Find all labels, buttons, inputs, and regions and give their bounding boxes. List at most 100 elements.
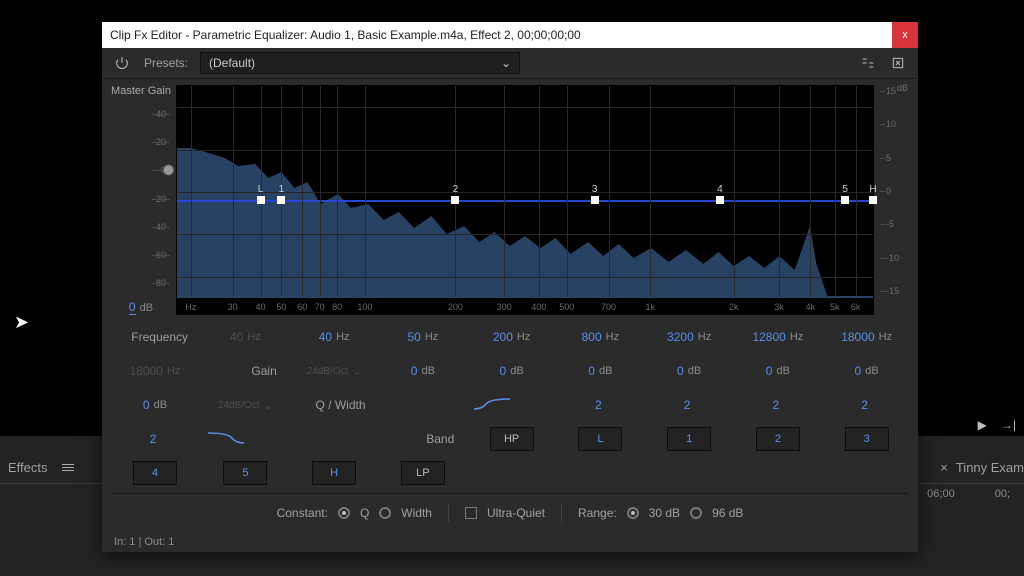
dialog-toolbar: Presets: (Default) ⌄ [102,48,918,79]
dialog-title: Clip Fx Editor - Parametric Equalizer: A… [110,28,581,42]
lp-band-button[interactable]: LP [382,461,465,485]
master-gain-value[interactable]: 0 [129,300,136,315]
radio-q[interactable] [338,507,350,519]
x-tick-label: 400 [531,302,546,312]
x-tick-label: 700 [601,302,616,312]
next-icon[interactable]: →| [1001,418,1016,432]
band-2-gain[interactable]: 0dB [559,359,642,383]
master-gain-label: Master Gain [111,85,171,97]
x-tick-label: 6k [851,302,861,312]
eq-handle-L[interactable] [257,196,265,204]
tab-label: Tinny Exam [956,460,1024,475]
band-1-q[interactable]: 2 [559,393,642,417]
constant-label: Constant: [277,506,328,520]
close-icon[interactable]: × [940,460,948,475]
eq-handle-label: H [869,184,876,195]
row-label-gain: Gain [204,359,287,383]
master-gain-knob[interactable] [163,165,174,176]
play-icon[interactable]: ▶ [978,418,987,432]
x-tick-label: 4k [806,302,816,312]
band-2-q[interactable]: 2 [648,393,731,417]
timecode-1: 06;00 [927,488,955,500]
radio-width[interactable] [379,507,391,519]
x-tick-label: 1k [646,302,656,312]
effects-panel-label[interactable]: Effects [8,460,48,475]
band-0-gain[interactable]: 0dB [382,359,465,383]
lp-frequency: 18000Hz [112,359,198,383]
eq-handle-5[interactable] [841,196,849,204]
radio-30db[interactable] [627,507,639,519]
band-6-gain[interactable]: 0dB [112,393,198,417]
eq-handle-label: L [258,184,264,195]
close-button[interactable]: x [892,22,918,48]
row-label-band: Band [382,427,465,451]
io-status: In: 1 | Out: 1 [114,536,174,548]
sidechain-icon[interactable] [858,53,878,73]
band-3-button[interactable]: 3 [825,427,908,451]
x-tick-label: Hz [185,302,196,312]
band-3-q[interactable]: 2 [737,393,820,417]
sequence-tab[interactable]: × Tinny Exam [940,460,1024,475]
band-3-gain[interactable]: 0dB [648,359,731,383]
mouse-cursor-icon: ➤ [14,312,29,333]
band-5-frequency[interactable]: 12800Hz [737,325,820,349]
band-H-shape[interactable] [204,427,248,449]
band-1-gain[interactable]: 0dB [470,359,553,383]
band-L-button[interactable]: L [559,427,642,451]
band-L-shape[interactable] [470,393,514,415]
hp-band-button[interactable]: HP [470,427,553,451]
eq-handle-2[interactable] [451,196,459,204]
x-tick-label: 30 [228,302,238,312]
ultraquiet-checkbox[interactable] [465,507,477,519]
eq-handle-3[interactable] [591,196,599,204]
eq-graph[interactable]: Hz3040506070801002003004005007001k2k3k4k… [176,85,874,315]
radio-96db-label: 96 dB [712,506,743,520]
undock-icon[interactable] [888,53,908,73]
band-4-button[interactable]: 4 [112,461,198,485]
master-gain-slider[interactable]: 40200-20-40-60-80 [112,103,170,294]
band-5-q[interactable]: 2 [112,427,198,451]
hp-slope-select[interactable]: 24dB/Oct⌄ [293,359,376,383]
eq-handle-label: 5 [842,184,848,195]
lp-slope-select[interactable]: 24dB/Oct⌄ [204,393,287,417]
range-label: Range: [578,506,617,520]
band-1-frequency[interactable]: 50Hz [382,325,465,349]
x-tick-label: 500 [559,302,574,312]
band-4-gain[interactable]: 0dB [737,359,820,383]
menu-icon[interactable] [62,462,74,473]
band-2-frequency[interactable]: 200Hz [470,325,553,349]
titlebar[interactable]: Clip Fx Editor - Parametric Equalizer: A… [102,22,918,48]
band-1-button[interactable]: 1 [648,427,731,451]
row-label-q: Q / Width [293,393,376,417]
band-H-button[interactable]: H [293,461,376,485]
radio-96db[interactable] [690,507,702,519]
x-tick-label: 80 [332,302,342,312]
band-0-frequency[interactable]: 40Hz [293,325,376,349]
band-3-frequency[interactable]: 800Hz [559,325,642,349]
band-5-gain[interactable]: 0dB [825,359,908,383]
eq-handle-1[interactable] [277,196,285,204]
band-5-button[interactable]: 5 [204,461,287,485]
eq-handle-H[interactable] [869,196,877,204]
preset-select[interactable]: (Default) ⌄ [200,52,520,74]
row-label-frequency: Frequency [112,325,198,349]
status-bar: In: 1 | Out: 1 [102,532,918,552]
eq-handle-label: 2 [453,184,459,195]
x-tick-label: 5k [830,302,840,312]
master-gain-unit: dB [140,302,153,314]
band-4-q[interactable]: 2 [825,393,908,417]
x-tick-label: 300 [497,302,512,312]
eq-handle-4[interactable] [716,196,724,204]
axis-unit: dB [897,83,908,93]
clip-fx-editor-dialog: Clip Fx Editor - Parametric Equalizer: A… [102,22,918,552]
preset-value: (Default) [209,56,255,70]
band-6-frequency[interactable]: 18000Hz [825,325,908,349]
close-icon: x [902,29,908,41]
x-tick-label: 100 [357,302,372,312]
right-db-axis: dB 151050-5-10-15 [880,85,908,315]
band-2-button[interactable]: 2 [737,427,820,451]
band-4-frequency[interactable]: 3200Hz [648,325,731,349]
radio-width-label: Width [401,506,432,520]
chevron-down-icon: ⌄ [501,56,511,70]
power-toggle[interactable] [112,53,132,73]
